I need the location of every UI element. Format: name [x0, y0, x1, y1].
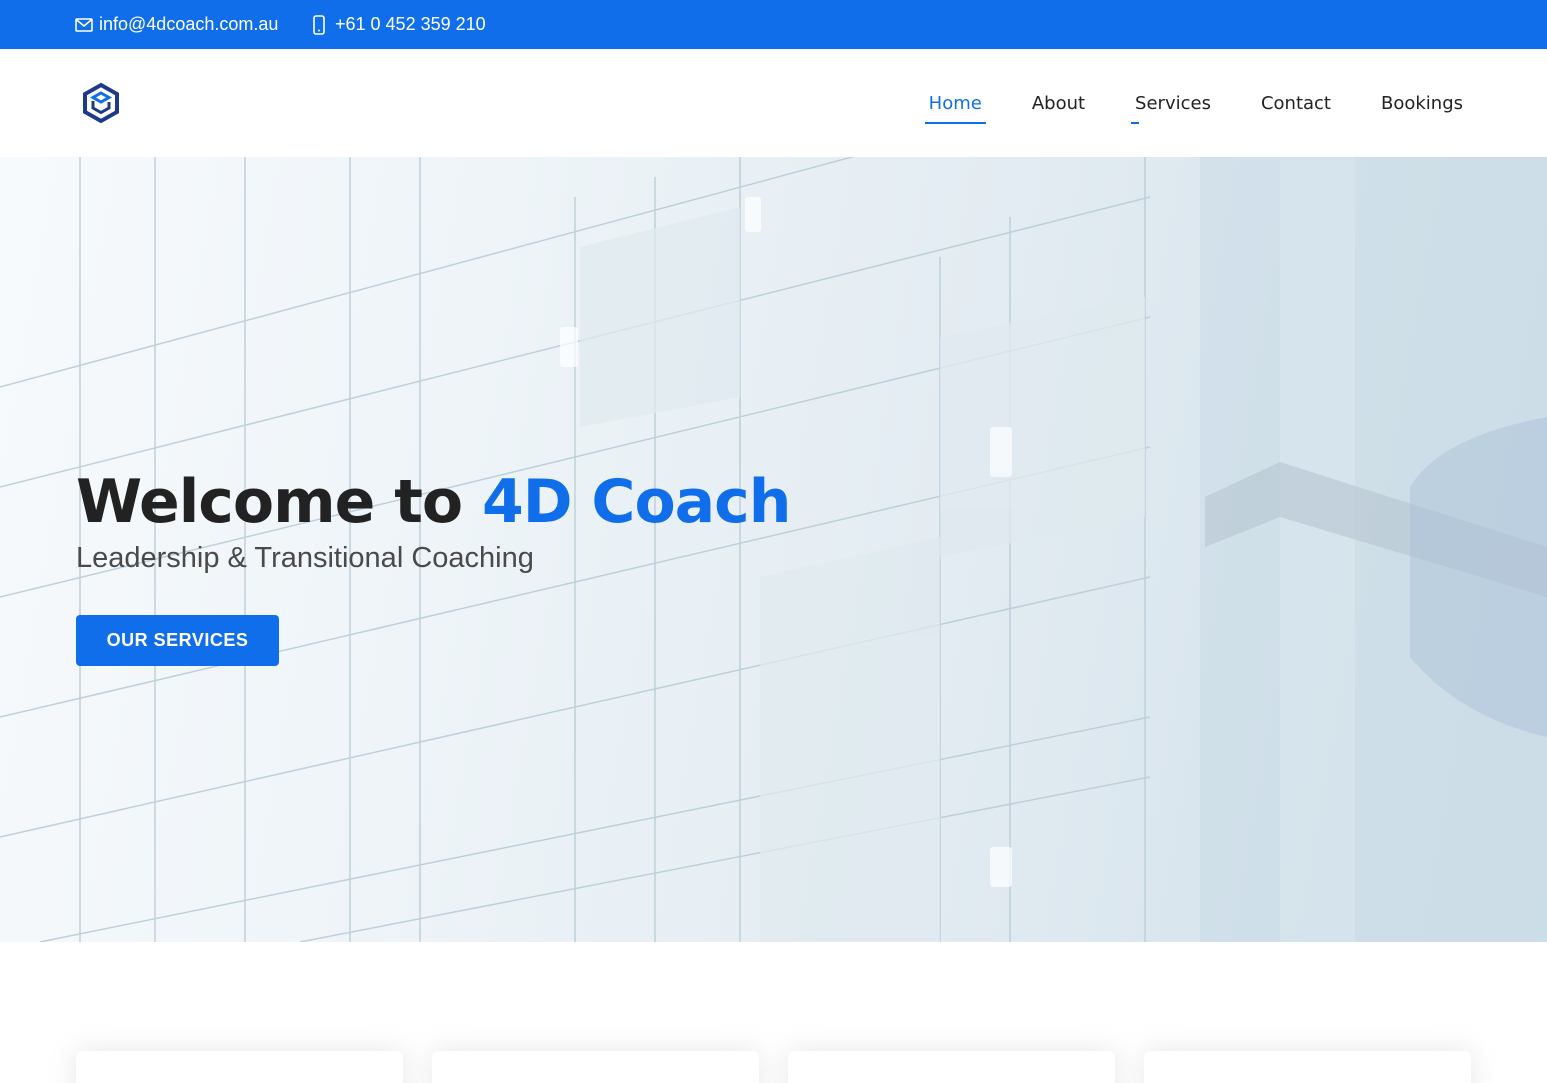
hero-section: Welcome to 4D Coach Leadership & Transit… [0, 157, 1547, 942]
hexagon-logo-icon[interactable] [80, 82, 122, 124]
nav-bookings[interactable]: Bookings [1377, 83, 1467, 124]
hero-title-prefix: Welcome to [76, 467, 482, 537]
feature-card[interactable] [76, 1051, 403, 1083]
email-text[interactable]: info@4dcoach.com.au [99, 14, 278, 35]
phone-icon [313, 14, 325, 35]
phone-contact[interactable]: +61 0 452 359 210 [312, 0, 486, 49]
our-services-button[interactable]: OUR SERVICES [76, 615, 279, 666]
phone-text[interactable]: +61 0 452 359 210 [335, 14, 486, 35]
hero-title: Welcome to 4D Coach [76, 467, 791, 537]
nav-services[interactable]: Services [1131, 83, 1215, 124]
email-contact[interactable]: info@4dcoach.com.au [75, 0, 278, 49]
nav-contact[interactable]: Contact [1257, 83, 1335, 124]
hero-subtitle: Leadership & Transitional Coaching [76, 542, 534, 574]
feature-card[interactable] [1144, 1051, 1471, 1083]
nav-about[interactable]: About [1028, 83, 1089, 124]
envelope-icon [75, 17, 93, 32]
top-bar: info@4dcoach.com.au +61 0 452 359 210 [0, 0, 1547, 49]
hero-title-accent: 4D Coach [481, 467, 791, 537]
feature-card[interactable] [432, 1051, 759, 1083]
main-nav: Home About Services Contact Bookings [883, 49, 1467, 157]
nav-home[interactable]: Home [924, 83, 986, 124]
feature-cards [76, 1051, 1471, 1083]
feature-card[interactable] [788, 1051, 1115, 1083]
site-header: Home About Services Contact Bookings [0, 49, 1547, 157]
